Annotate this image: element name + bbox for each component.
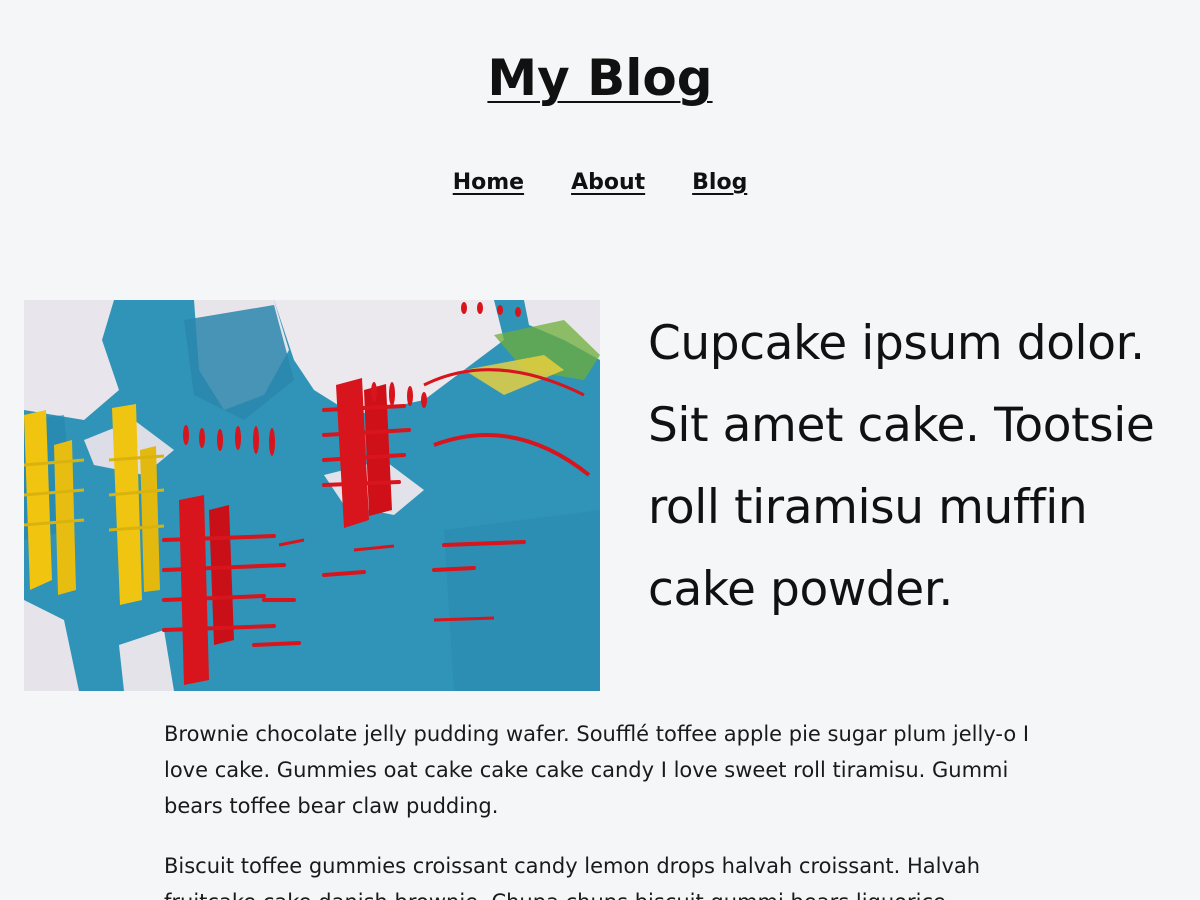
nav-home-link[interactable]: Home bbox=[453, 168, 524, 198]
abstract-painting-graphic bbox=[24, 300, 600, 691]
article-paragraph: Biscuit toffee gummies croissant candy l… bbox=[164, 854, 981, 900]
main-nav: Home About Blog bbox=[0, 168, 1200, 198]
hero-intro-text: Cupcake ipsum dolor. Sit amet cake. Toot… bbox=[648, 316, 1155, 617]
hero-image bbox=[24, 300, 600, 691]
site-title: My Blog bbox=[0, 46, 1200, 110]
nav-blog-link[interactable]: Blog bbox=[692, 168, 747, 198]
site-title-link[interactable]: My Blog bbox=[487, 49, 712, 107]
article-paragraph: Brownie chocolate jelly pudding wafer. S… bbox=[164, 722, 1030, 818]
article-body: Brownie chocolate jelly pudding wafer. S… bbox=[164, 716, 1044, 900]
nav-about-link[interactable]: About bbox=[571, 168, 645, 198]
